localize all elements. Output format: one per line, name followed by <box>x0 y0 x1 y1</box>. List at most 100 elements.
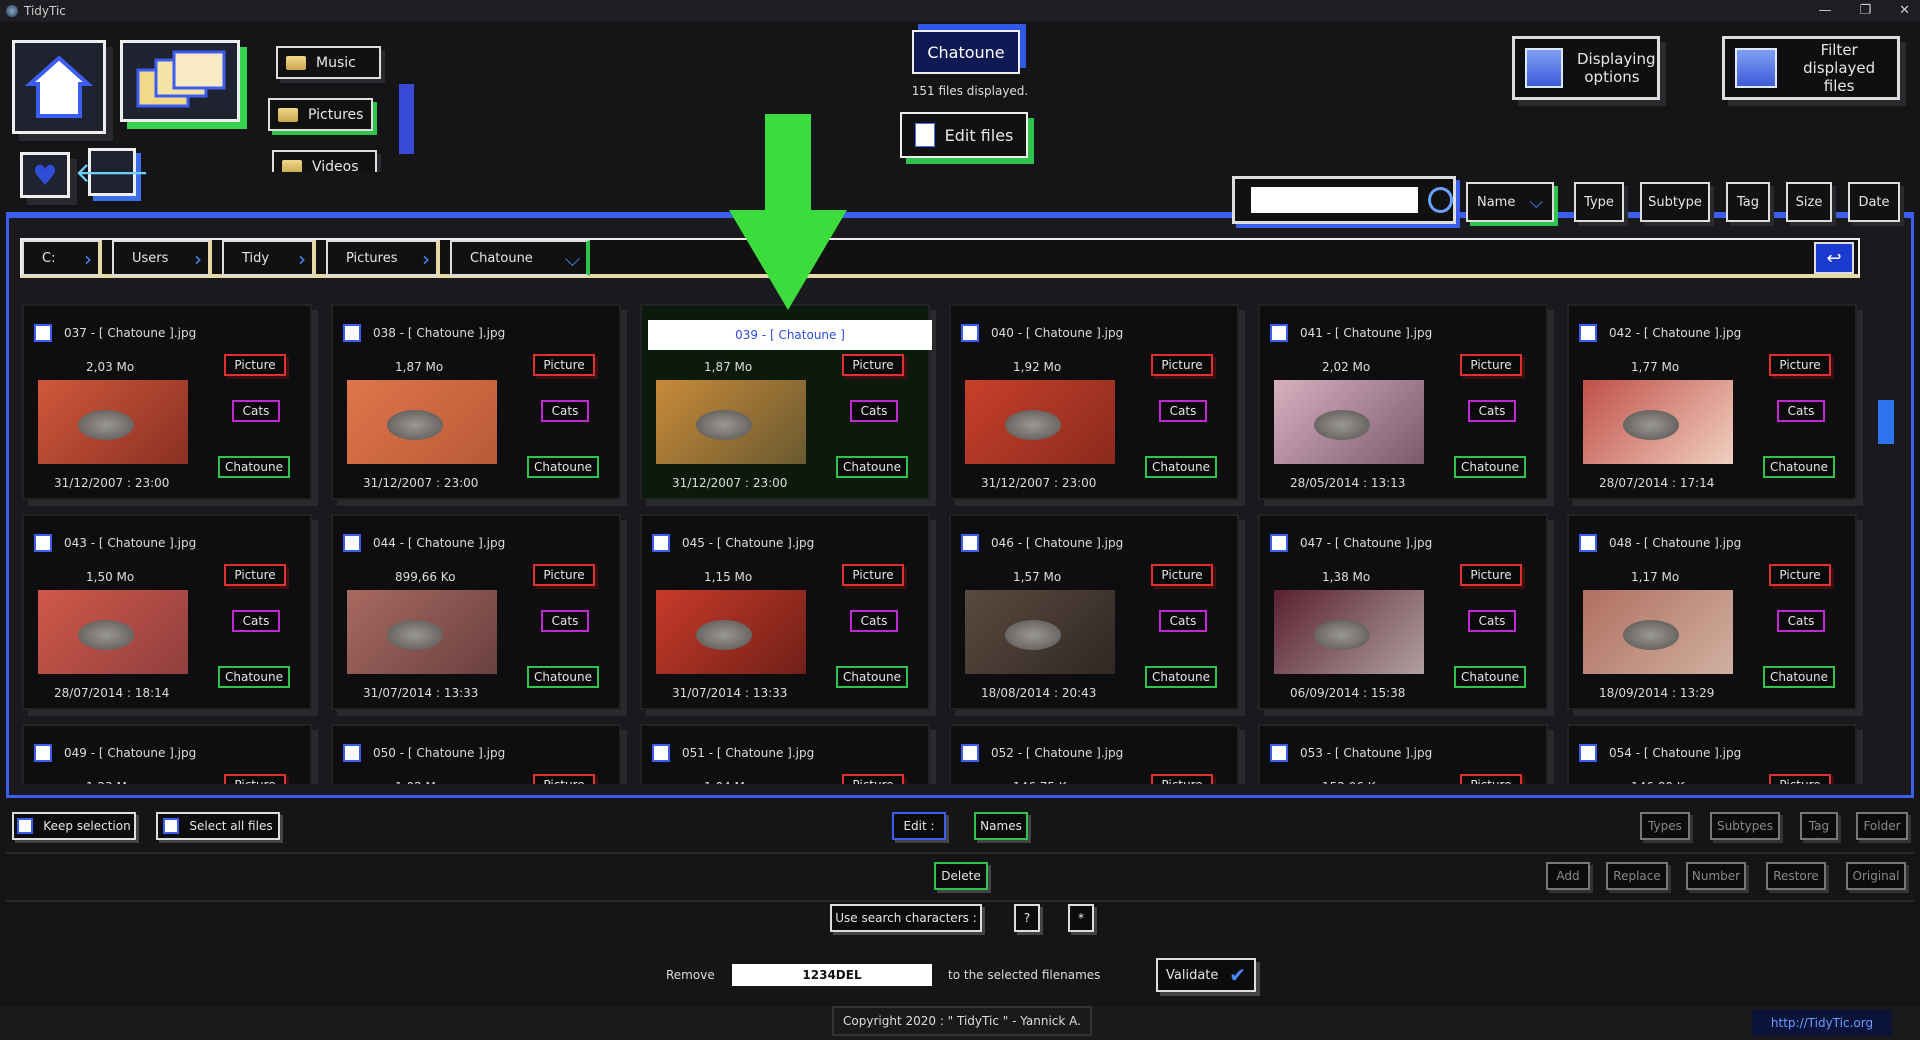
file-checkbox[interactable] <box>652 534 670 552</box>
file-type-tag[interactable]: Picture <box>533 354 595 376</box>
file-type-tag[interactable]: Picture <box>224 564 286 586</box>
file-tag[interactable]: Chatoune <box>218 666 290 688</box>
file-card[interactable]: 052 - [ Chatoune ].jpg146,75 KoPictureCa… <box>949 724 1239 784</box>
file-checkbox[interactable] <box>1579 324 1597 342</box>
file-tag[interactable]: Chatoune <box>1763 456 1835 478</box>
file-card[interactable]: 049 - [ Chatoune ].jpg1,23 MoPictureCats… <box>22 724 312 784</box>
file-type-tag[interactable]: Picture <box>1151 354 1213 376</box>
file-subtype-tag[interactable]: Cats <box>1159 610 1207 632</box>
breadcrumb-users[interactable]: Users › <box>112 240 212 276</box>
file-type-tag[interactable]: Picture <box>1460 564 1522 586</box>
sort-tag-button[interactable]: Tag <box>1726 182 1770 222</box>
file-checkbox[interactable] <box>343 324 361 342</box>
breadcrumb-tidy[interactable]: Tidy › <box>222 240 316 276</box>
file-tag[interactable]: Chatoune <box>1763 666 1835 688</box>
file-checkbox[interactable] <box>1579 744 1597 762</box>
file-card[interactable]: 054 - [ Chatoune ].jpg146,80 KoPictureCa… <box>1567 724 1857 784</box>
library-item-videos[interactable]: Videos <box>272 150 377 172</box>
file-checkbox[interactable] <box>34 744 52 762</box>
file-type-tag[interactable]: Picture <box>224 774 286 784</box>
file-tag[interactable]: Chatoune <box>836 456 908 478</box>
undo-icon[interactable]: ↩ <box>1814 242 1854 274</box>
file-type-tag[interactable]: Picture <box>533 774 595 784</box>
file-tag[interactable]: Chatoune <box>218 456 290 478</box>
restore-button[interactable]: Restore <box>1766 862 1826 890</box>
maximize-button[interactable]: ❐ <box>1859 0 1871 22</box>
file-type-tag[interactable]: Picture <box>1769 564 1831 586</box>
file-checkbox[interactable] <box>961 324 979 342</box>
sort-date-button[interactable]: Date <box>1848 182 1900 222</box>
displaying-options-button[interactable]: Displaying options <box>1512 36 1660 100</box>
library-scrollbar[interactable] <box>399 84 414 154</box>
file-type-tag[interactable]: Picture <box>842 354 904 376</box>
delete-button[interactable]: Delete <box>934 862 988 890</box>
file-thumbnail[interactable] <box>1583 380 1733 464</box>
file-thumbnail[interactable] <box>656 590 806 674</box>
home-button[interactable] <box>12 40 106 134</box>
file-type-tag[interactable]: Picture <box>1460 354 1522 376</box>
file-card[interactable]: 051 - [ Chatoune ].jpg1,04 MoPictureCats… <box>640 724 930 784</box>
question-char-button[interactable]: ? <box>1014 904 1040 932</box>
file-card[interactable]: 044 - [ Chatoune ].jpg 899,66 Ko 31/07/201… <box>331 514 621 710</box>
tag-button[interactable]: Tag <box>1800 812 1838 840</box>
library-item-pictures[interactable]: Pictures <box>268 98 373 131</box>
select-all-button[interactable]: Select all files <box>156 812 280 840</box>
file-subtype-tag[interactable]: Cats <box>1468 610 1516 632</box>
file-card[interactable]: 045 - [ Chatoune ].jpg 1,15 Mo 31/07/2014 … <box>640 514 930 710</box>
file-subtype-tag[interactable]: Cats <box>232 610 280 632</box>
file-subtype-tag[interactable]: Cats <box>1159 400 1207 422</box>
file-tag[interactable]: Chatoune <box>1145 456 1217 478</box>
filename-edit-input[interactable]: 039 - [ Chatoune ] <box>648 320 932 350</box>
file-subtype-tag[interactable]: Cats <box>541 400 589 422</box>
replace-button[interactable]: Replace <box>1606 862 1668 890</box>
add-button[interactable]: Add <box>1546 862 1590 890</box>
file-tag[interactable]: Chatoune <box>1454 666 1526 688</box>
file-tag[interactable]: Chatoune <box>527 666 599 688</box>
file-type-tag[interactable]: Picture <box>533 564 595 586</box>
file-type-tag[interactable]: Picture <box>224 354 286 376</box>
names-button[interactable]: Names <box>974 812 1028 840</box>
file-thumbnail[interactable] <box>1583 590 1733 674</box>
library-item-music[interactable]: Music <box>276 46 381 79</box>
remove-input[interactable]: 1234DEL <box>732 964 932 986</box>
file-checkbox[interactable] <box>1270 324 1288 342</box>
breadcrumb-drive[interactable]: C: › <box>22 240 102 276</box>
close-button[interactable]: ✕ <box>1899 0 1910 22</box>
file-type-tag[interactable]: Picture <box>1151 774 1213 784</box>
breadcrumb-chatoune[interactable]: Chatoune ⌵ <box>450 240 590 276</box>
subtypes-button[interactable]: Subtypes <box>1710 812 1780 840</box>
grid-scrollbar[interactable] <box>1878 400 1894 444</box>
file-checkbox[interactable] <box>1270 534 1288 552</box>
checkbox[interactable] <box>17 818 34 834</box>
file-subtype-tag[interactable]: Cats <box>1777 610 1825 632</box>
library-button[interactable] <box>120 40 240 122</box>
file-card[interactable]: 043 - [ Chatoune ].jpg 1,50 Mo 28/07/2014 … <box>22 514 312 710</box>
file-tag[interactable]: Chatoune <box>836 666 908 688</box>
keep-selection-button[interactable]: Keep selection <box>12 812 136 840</box>
file-checkbox[interactable] <box>34 324 52 342</box>
file-checkbox[interactable] <box>961 744 979 762</box>
file-card[interactable]: 046 - [ Chatoune ].jpg 1,57 Mo 18/08/2014 … <box>949 514 1239 710</box>
file-card[interactable]: 042 - [ Chatoune ].jpg 1,77 Mo 28/07/2014 … <box>1567 304 1857 500</box>
types-button[interactable]: Types <box>1640 812 1690 840</box>
file-type-tag[interactable]: Picture <box>1151 564 1213 586</box>
favorites-button[interactable]: ♥ <box>20 152 70 198</box>
file-type-tag[interactable]: Picture <box>1460 774 1522 784</box>
file-checkbox[interactable] <box>1270 744 1288 762</box>
search-icon[interactable] <box>1428 187 1453 213</box>
file-card[interactable]: 047 - [ Chatoune ].jpg 1,38 Mo 06/09/2014 … <box>1258 514 1548 710</box>
file-card[interactable]: 040 - [ Chatoune ].jpg 1,92 Mo 31/12/2007 … <box>949 304 1239 500</box>
file-thumbnail[interactable] <box>1274 590 1424 674</box>
use-search-characters-button[interactable]: Use search characters : <box>830 904 982 932</box>
file-thumbnail[interactable] <box>965 590 1115 674</box>
file-type-tag[interactable]: Picture <box>1769 774 1831 784</box>
folder-button[interactable]: Folder <box>1856 812 1908 840</box>
file-card[interactable]: 038 - [ Chatoune ].jpg 1,87 Mo 31/12/2007 … <box>331 304 621 500</box>
file-card[interactable]: 048 - [ Chatoune ].jpg 1,17 Mo 18/09/2014 … <box>1567 514 1857 710</box>
file-checkbox[interactable] <box>1579 534 1597 552</box>
file-checkbox[interactable] <box>34 534 52 552</box>
file-checkbox[interactable] <box>343 534 361 552</box>
file-thumbnail[interactable] <box>38 380 188 464</box>
checkbox[interactable] <box>163 818 180 834</box>
star-char-button[interactable]: * <box>1068 904 1094 932</box>
